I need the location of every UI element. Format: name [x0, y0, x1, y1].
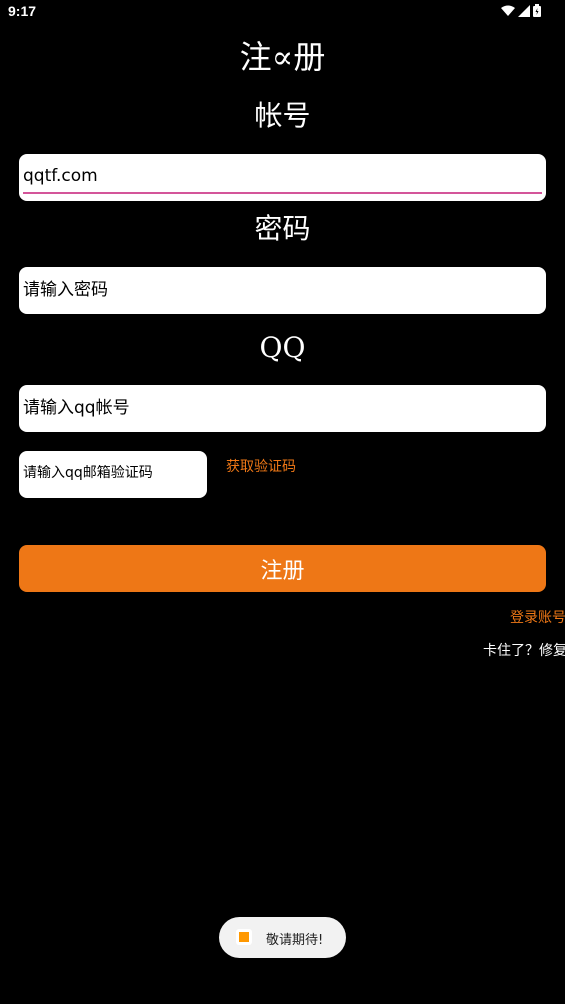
toast-message: 敬请期待! — [266, 933, 324, 948]
qq-label: QQ — [259, 331, 306, 364]
toast: 敬请期待! — [219, 917, 346, 958]
page-title: 注∝册 — [239, 38, 326, 76]
stuck-fix-link[interactable]: 卡住了？修复 — [483, 640, 565, 660]
wifi-icon — [501, 5, 515, 16]
login-link[interactable]: 登录账号 — [510, 607, 565, 627]
account-field[interactable] — [19, 154, 546, 201]
status-bar: 9:17 — [0, 0, 565, 24]
input-focus-underline — [23, 192, 542, 194]
app-icon — [236, 929, 252, 945]
qq-field[interactable] — [19, 385, 546, 432]
signal-icon — [518, 4, 530, 17]
account-label: 帐号 — [254, 99, 311, 132]
account-input[interactable] — [23, 166, 538, 186]
password-input[interactable] — [23, 280, 538, 300]
password-field[interactable] — [19, 267, 546, 314]
verification-code-field[interactable] — [19, 451, 207, 498]
register-button[interactable]: 注册 — [19, 545, 546, 592]
qq-input[interactable] — [23, 398, 538, 418]
get-code-link[interactable]: 获取验证码 — [226, 456, 296, 476]
password-label: 密码 — [254, 212, 311, 245]
verification-code-input[interactable] — [23, 465, 203, 481]
status-time: 9:17 — [8, 3, 37, 19]
status-icons — [501, 4, 541, 17]
battery-icon — [533, 4, 541, 17]
